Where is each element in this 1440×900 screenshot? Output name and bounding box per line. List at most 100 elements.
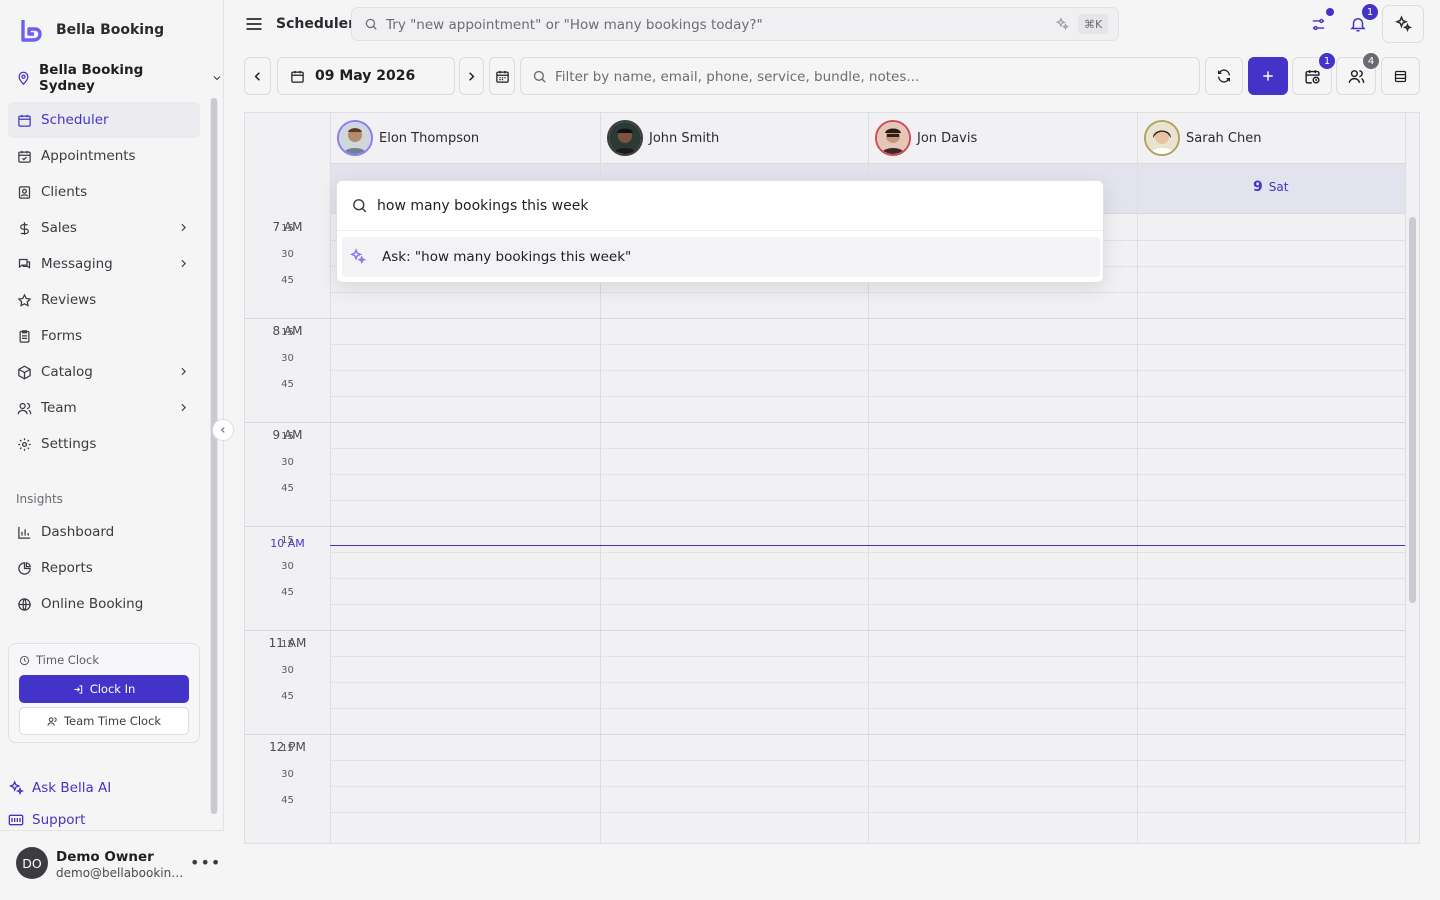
bar-chart-icon [18,526,31,539]
clipboard-icon [19,329,30,343]
minute-label: 15 [281,743,294,754]
sidebar-item-dashboard[interactable]: Dashboard [8,514,200,550]
sidebar-item-online-booking[interactable]: Online Booking [8,586,200,622]
ai-assistant-button[interactable] [1382,5,1424,43]
calendar-icon [291,70,304,83]
filters-button[interactable] [1300,6,1336,42]
calendar-grid-icon [495,70,509,83]
minute-label: 30 [281,561,294,572]
sidebar-item-catalog[interactable]: Catalog [8,354,200,390]
more-options-icon[interactable]: ••• [190,853,221,872]
chevron-right-icon [469,71,475,81]
topbar: Scheduler Try "new appointment" or "How … [224,0,1440,48]
command-query-input[interactable]: how many bookings this week [377,198,588,214]
brand[interactable]: Bella Booking [20,18,164,42]
sidebar-scrollbar-thumb[interactable] [211,98,217,814]
date-picker-button[interactable]: 09 May 2026 [277,57,455,95]
staff-header-elon-thompson[interactable]: Elon Thompson [337,113,479,163]
sidebar-item-label: Team [41,400,77,416]
user-profile[interactable]: DO Demo Owner demo@bellabooking.com.au •… [0,830,224,900]
location-selector[interactable]: Bella Booking Sydney [16,62,223,94]
view-layout-button[interactable] [1381,57,1420,95]
calendar-scrollbar-thumb[interactable] [1409,217,1416,603]
minute-label: 30 [281,249,294,260]
filter-input[interactable]: Filter by name, email, phone, service, b… [520,57,1200,95]
slot-divider [330,682,1405,683]
hour-divider [245,630,1405,631]
log-in-icon [74,684,82,694]
sidebar-item-label: Clients [41,184,88,200]
minute-label: 15 [281,223,294,234]
slot-divider [330,370,1405,371]
notifications-button[interactable]: 1 [1340,4,1378,42]
collapse-sidebar-button[interactable] [212,419,234,441]
hour-divider [245,526,1405,527]
sparkles-icon [350,248,366,265]
add-appointment-button[interactable] [1248,57,1288,95]
calendar-icon [18,114,31,127]
minute-label: 30 [281,665,294,676]
slot-divider [330,578,1405,579]
day-number: 9 [1253,179,1263,195]
next-day-button[interactable] [459,57,484,95]
sidebar: Bella Booking Bella Booking Sydney Sched… [0,0,234,900]
previous-day-button[interactable] [244,57,271,95]
calendar-check-icon [18,150,31,163]
sidebar-item-appointments[interactable]: Appointments [8,138,200,174]
minute-label: 15 [281,639,294,650]
staff-name: Sarah Chen [1186,130,1262,146]
brand-name: Bella Booking [56,22,165,38]
staff-avatar [337,120,373,156]
ask-bella-ai-link[interactable]: Ask Bella AI [8,780,111,796]
minute-label: 45 [281,275,294,286]
command-search-input[interactable]: Try "new appointment" or "How many booki… [351,7,1119,41]
sidebar-item-label: Appointments [41,148,136,164]
staff-header-jon-davis[interactable]: Jon Davis [875,113,977,163]
slot-divider [330,396,1405,397]
sidebar-item-forms[interactable]: Forms [8,318,200,354]
refresh-button[interactable] [1205,57,1243,95]
location-name: Bella Booking Sydney [39,62,144,94]
sidebar-item-reports[interactable]: Reports [8,550,200,586]
sparkles-icon [1395,15,1412,33]
slot-divider [330,448,1405,449]
support-link[interactable]: Support [8,812,85,828]
star-icon [17,292,32,307]
sidebar-item-label: Forms [41,328,83,344]
sidebar-item-messaging[interactable]: Messaging [8,246,200,282]
menu-icon[interactable] [244,14,264,34]
contact-icon [18,185,31,199]
minute-label: 45 [281,483,294,494]
team-time-clock-button[interactable]: Team Time Clock [19,707,189,735]
sidebar-item-sales[interactable]: Sales [8,210,200,246]
minute-label: 15 [281,327,294,338]
staff-header-sarah-chen[interactable]: Sarah Chen [1144,113,1261,163]
staff-header-john-smith[interactable]: John Smith [607,113,719,163]
day-header[interactable]: 9 Sat [1253,179,1288,195]
sidebar-item-clients[interactable]: Clients [8,174,200,210]
sidebar-item-reviews[interactable]: Reviews [8,282,200,318]
sidebar-item-label: Catalog [41,364,93,380]
minute-label: 45 [281,691,294,702]
sparkles-icon [1055,17,1069,31]
ask-ai-suggestion[interactable]: Ask: "how many bookings this week" [342,237,1100,277]
hour-divider [245,318,1405,319]
sidebar-item-scheduler[interactable]: Scheduler [8,102,200,138]
users-icon [47,716,57,726]
filters-indicator-dot [1326,8,1334,16]
chevron-left-icon [254,71,260,81]
sidebar-item-label: Messaging [41,256,113,272]
user-email: demo@bellabooking.com.au [56,866,184,880]
waitlist-button[interactable]: 1 [1292,53,1335,95]
notifications-badge: 1 [1362,4,1378,20]
clock-in-button[interactable]: Clock In [19,675,189,703]
dollar-icon [20,221,29,235]
hour-divider [245,422,1405,423]
staff-selector-button[interactable]: 4 [1336,53,1379,95]
sidebar-item-settings[interactable]: Settings [8,426,200,462]
sidebar-item-team[interactable]: Team [8,390,200,426]
time-clock-card: Time Clock Clock In Team Time Clock [8,643,200,743]
calendar-view-button[interactable] [489,57,515,95]
search-icon [365,18,377,30]
staff-name: Elon Thompson [379,130,480,146]
